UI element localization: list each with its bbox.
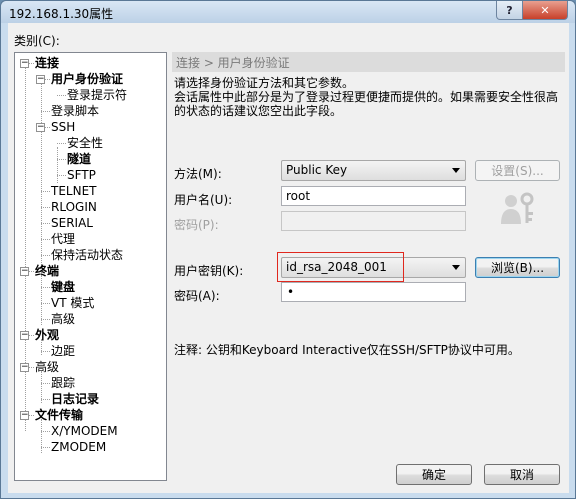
- window-title: 192.168.1.30属性: [9, 7, 114, 21]
- tree-connector: [57, 147, 58, 183]
- tree-item[interactable]: 键盘: [51, 280, 75, 294]
- tree-connector: [41, 275, 42, 325]
- tree-collapse-icon[interactable]: −: [20, 267, 29, 276]
- tree-item[interactable]: 外观: [35, 328, 59, 342]
- tree-item[interactable]: ZMODEM: [51, 440, 106, 454]
- tree-item[interactable]: 终端: [35, 264, 59, 278]
- username-field[interactable]: root: [281, 186, 466, 206]
- tree-connector: [25, 67, 26, 431]
- close-button[interactable]: ✕: [522, 1, 568, 20]
- settings-button[interactable]: 设置(S)...: [475, 160, 560, 181]
- tree-connector: [41, 319, 50, 320]
- properties-dialog: 192.168.1.30属性 ? ✕ 类别(C): − 连接 − 用户身份验证 登录提示…: [0, 0, 576, 499]
- description-line-2: 会话属性中此部分是为了登录过程更便捷而提供的。如果需要安全性很高的状态的话建议您…: [174, 90, 559, 118]
- method-label: 方法(M):: [174, 167, 222, 181]
- tree-connector: [41, 447, 50, 448]
- ok-button[interactable]: 确定: [396, 464, 472, 485]
- cancel-button[interactable]: 取消: [484, 464, 560, 485]
- tree-connector: [41, 191, 50, 192]
- tree-item[interactable]: 代理: [51, 232, 75, 246]
- passphrase-label: 密码(A):: [174, 289, 220, 303]
- tree-connector: [41, 303, 50, 304]
- passphrase-field[interactable]: •: [281, 282, 466, 302]
- tree-collapse-icon[interactable]: −: [20, 331, 29, 340]
- tree-connector: [57, 143, 66, 144]
- tree-connector: [41, 399, 50, 400]
- tree-collapse-icon[interactable]: −: [20, 411, 29, 420]
- tree-item[interactable]: 高级: [51, 312, 75, 326]
- tree-connector: [41, 207, 50, 208]
- tree-item[interactable]: 高级: [35, 360, 59, 374]
- tree-item[interactable]: 登录提示符: [67, 88, 127, 102]
- chevron-down-icon: [452, 168, 460, 173]
- tree-connector: [41, 223, 50, 224]
- userkey-label: 用户密钥(K):: [174, 264, 244, 278]
- browse-button[interactable]: 浏览(B)...: [475, 257, 560, 278]
- method-select-value: Public Key: [286, 163, 348, 177]
- tree-item[interactable]: TELNET: [51, 184, 97, 198]
- dialog-client: 类别(C): − 连接 − 用户身份验证 登录提示符 登录脚本 − SSH 安全性 隧道 SFTP T…: [8, 23, 569, 493]
- tree-item[interactable]: 文件传输: [35, 408, 83, 422]
- tree-connector: [41, 239, 50, 240]
- chevron-down-icon: [452, 265, 460, 270]
- tree-item[interactable]: SSH: [51, 120, 75, 134]
- password-label: 密码(P):: [174, 218, 219, 232]
- panel-header: 连接 > 用户身份验证: [172, 52, 565, 72]
- tree-collapse-icon[interactable]: −: [20, 59, 29, 68]
- tree-item[interactable]: SERIAL: [51, 216, 93, 230]
- title-bar[interactable]: 192.168.1.30属性 ? ✕: [1, 1, 575, 23]
- tree-connector: [57, 175, 66, 176]
- tree-item[interactable]: RLOGIN: [51, 200, 97, 214]
- username-label: 用户名(U):: [174, 193, 233, 207]
- tree-connector: [57, 95, 66, 96]
- category-tree[interactable]: − 连接 − 用户身份验证 登录提示符 登录脚本 − SSH 安全性 隧道 SFTP TELNET RL…: [14, 52, 167, 481]
- tree-item[interactable]: SFTP: [67, 168, 96, 182]
- description-line-1: 请选择身份验证方法和其它参数。: [174, 76, 355, 90]
- tree-item[interactable]: 安全性: [67, 136, 103, 150]
- tree-item[interactable]: X/YMODEM: [51, 424, 118, 438]
- tree-item[interactable]: 跟踪: [51, 376, 75, 390]
- user-key-icon: [500, 190, 536, 228]
- tree-item[interactable]: VT 模式: [51, 296, 94, 310]
- category-label: 类别(C):: [14, 34, 60, 48]
- passphrase-mask: •: [287, 285, 295, 299]
- tree-connector: [57, 159, 66, 160]
- tree-collapse-icon[interactable]: −: [36, 123, 45, 132]
- tree-connector: [41, 255, 50, 256]
- method-select[interactable]: Public Key: [281, 160, 466, 181]
- note-text: 注释: 公钥和Keyboard Interactive仅在SSH/SFTP协议中…: [174, 343, 520, 357]
- userkey-highlight-box: [277, 252, 404, 282]
- tree-item[interactable]: 隧道: [67, 152, 91, 166]
- tree-collapse-icon[interactable]: −: [20, 363, 29, 372]
- panel-description: 请选择身份验证方法和其它参数。 会话属性中此部分是为了登录过程更便捷而提供的。如…: [174, 76, 564, 118]
- tree-item[interactable]: 日志记录: [51, 392, 99, 406]
- tree-item[interactable]: 边距: [51, 344, 75, 358]
- tree-connector: [41, 351, 50, 352]
- password-field: [281, 211, 466, 231]
- tree-connector: [41, 111, 50, 112]
- tree-connector: [41, 431, 50, 432]
- tree-item[interactable]: 连接: [35, 56, 59, 70]
- tree-item[interactable]: 登录脚本: [51, 104, 99, 118]
- help-button[interactable]: ?: [496, 1, 523, 20]
- tree-item[interactable]: 保持活动状态: [51, 248, 123, 262]
- tree-connector: [41, 383, 50, 384]
- settings-panel: 连接 > 用户身份验证 请选择身份验证方法和其它参数。 会话属性中此部分是为了登…: [170, 52, 567, 481]
- tree-item[interactable]: 用户身份验证: [51, 72, 123, 86]
- tree-collapse-icon[interactable]: −: [36, 75, 45, 84]
- tree-connector: [41, 287, 50, 288]
